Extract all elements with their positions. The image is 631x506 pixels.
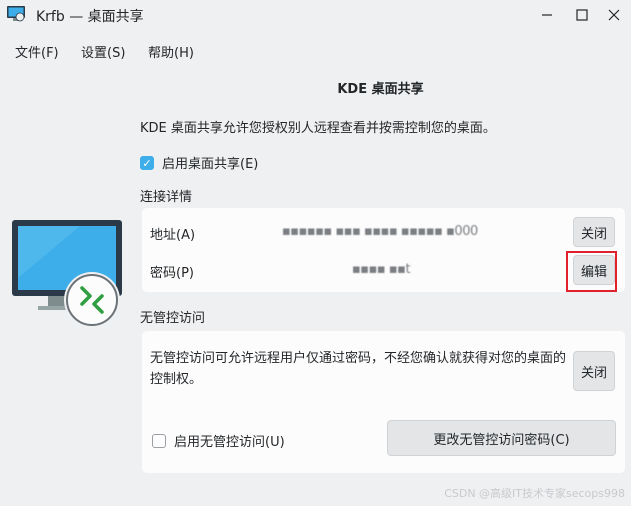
description-text: KDE 桌面共享允许您授权别人远程查看并按需控制您的桌面。 xyxy=(140,121,496,136)
change-unattended-password-button[interactable]: 更改无管控访问密码(C) xyxy=(387,420,616,456)
page-title: KDE 桌面共享 xyxy=(337,82,424,97)
address-value: ▪▪▪▪▪▪ ▪▪▪ ▪▪▪▪ ▪▪▪▪▪ ▪000 xyxy=(282,224,478,239)
password-label: 密码(P) xyxy=(150,266,194,281)
enable-sharing-label: 启用桌面共享(E) xyxy=(162,157,259,172)
menu-help[interactable]: 帮助(H) xyxy=(148,42,194,61)
checkbox-unchecked-icon xyxy=(152,433,166,448)
maximize-icon xyxy=(576,9,588,21)
minimize-icon xyxy=(542,14,552,16)
menu-file[interactable]: 文件(F) xyxy=(15,42,59,61)
minimize-button[interactable] xyxy=(536,4,558,26)
unattended-access-panel: 无管控访问可允许远程用户仅通过密码，不经您确认就获得对您的桌面的控制权。 关闭 … xyxy=(142,331,625,473)
enable-unattended-label: 启用无管控访问(U) xyxy=(174,435,285,450)
unattended-description: 无管控访问可允许远程用户仅通过密码，不经您确认就获得对您的桌面的控制权。 xyxy=(150,351,567,387)
menu-settings[interactable]: 设置(S) xyxy=(81,42,125,61)
close-window-button[interactable] xyxy=(603,4,625,26)
watermark: CSDN @高级IT技术专家secops998 xyxy=(444,487,625,500)
krfb-app-icon xyxy=(7,6,25,22)
enable-unattended-checkbox[interactable]: 启用无管控访问(U) xyxy=(152,431,285,450)
checkbox-checked-icon: ✓ xyxy=(140,155,154,170)
connection-details-heading: 连接详情 xyxy=(140,190,193,205)
unattended-close-button[interactable]: 关闭 xyxy=(573,351,615,391)
address-close-button[interactable]: 关闭 xyxy=(573,217,615,247)
menu-bar: 文件(F) 设置(S) 帮助(H) xyxy=(0,36,631,62)
title-bar: Krfb — 桌面共享 xyxy=(0,0,631,30)
address-label: 地址(A) xyxy=(150,228,196,243)
maximize-button[interactable] xyxy=(571,4,593,26)
highlight-box xyxy=(566,251,617,292)
desktop-sharing-illustration xyxy=(12,220,122,328)
unattended-access-heading: 无管控访问 xyxy=(140,311,206,326)
window-title: Krfb — 桌面共享 xyxy=(36,9,144,25)
connection-details-panel: 地址(A) ▪▪▪▪▪▪ ▪▪▪ ▪▪▪▪ ▪▪▪▪▪ ▪000 关闭 密码(P… xyxy=(142,208,625,292)
close-icon xyxy=(608,9,620,21)
password-value: ▪▪▪▪ ▪▪t xyxy=(352,262,411,277)
enable-sharing-checkbox[interactable]: ✓ 启用桌面共享(E) xyxy=(140,153,258,172)
